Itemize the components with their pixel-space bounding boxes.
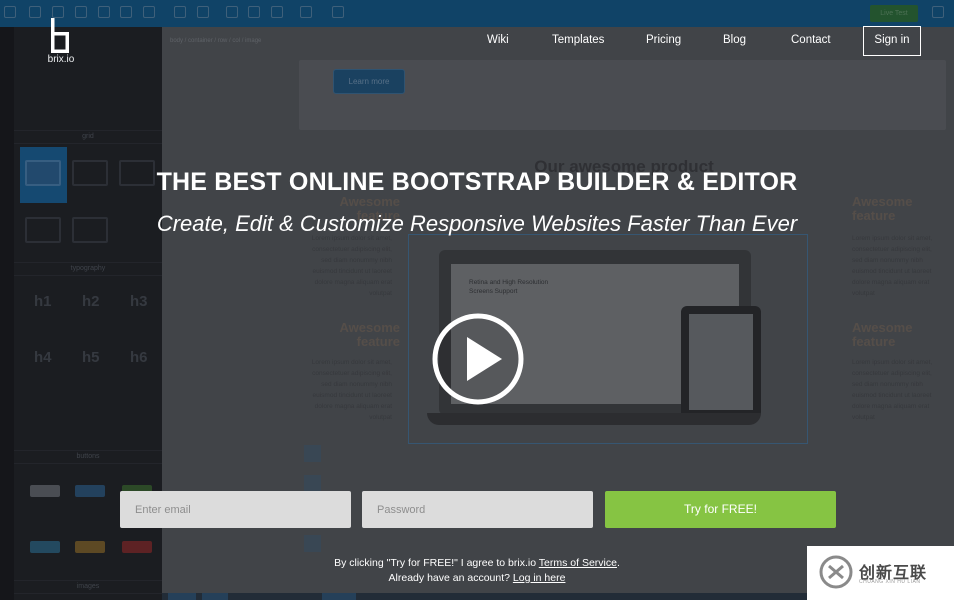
email-input[interactable] — [120, 491, 351, 528]
nav-blog[interactable]: Blog — [723, 34, 746, 46]
page: Live Test grid typography h1 h2 h3 h4 h5… — [0, 0, 954, 600]
terms-suffix: . — [616, 557, 620, 569]
watermark-logo-icon — [819, 555, 853, 589]
password-input[interactable] — [362, 491, 593, 528]
nav-contact[interactable]: Contact — [791, 34, 831, 46]
brand-name: brix.io — [47, 54, 75, 65]
play-icon[interactable] — [432, 313, 524, 405]
sign-in-button[interactable]: Sign in — [863, 26, 921, 56]
log-in-link[interactable]: Log in here — [513, 572, 566, 584]
brix-logo-icon — [51, 18, 69, 53]
terms-of-service-link[interactable]: Terms of Service — [539, 557, 617, 569]
nav-pricing[interactable]: Pricing — [646, 34, 681, 46]
hero-title: THE BEST ONLINE BOOTSTRAP BUILDER & EDIT… — [156, 168, 798, 196]
terms-prefix: By clicking "Try for FREE!" I agree to b… — [334, 557, 539, 569]
watermark: 创新互联 CHUANG XIN HU LIAN — [807, 546, 954, 600]
hero-subtitle: Create, Edit & Customize Responsive Webs… — [156, 211, 798, 236]
landing-overlay: brix.io Wiki Templates Pricing Blog Cont… — [0, 0, 954, 600]
brand-logo[interactable]: brix.io — [43, 18, 79, 68]
try-free-button[interactable]: Try for FREE! — [605, 491, 836, 528]
nav-templates[interactable]: Templates — [552, 34, 604, 46]
watermark-subtext: CHUANG XIN HU LIAN — [859, 579, 921, 585]
nav-wiki[interactable]: Wiki — [487, 34, 509, 46]
login-prefix: Already have an account? — [388, 572, 513, 584]
